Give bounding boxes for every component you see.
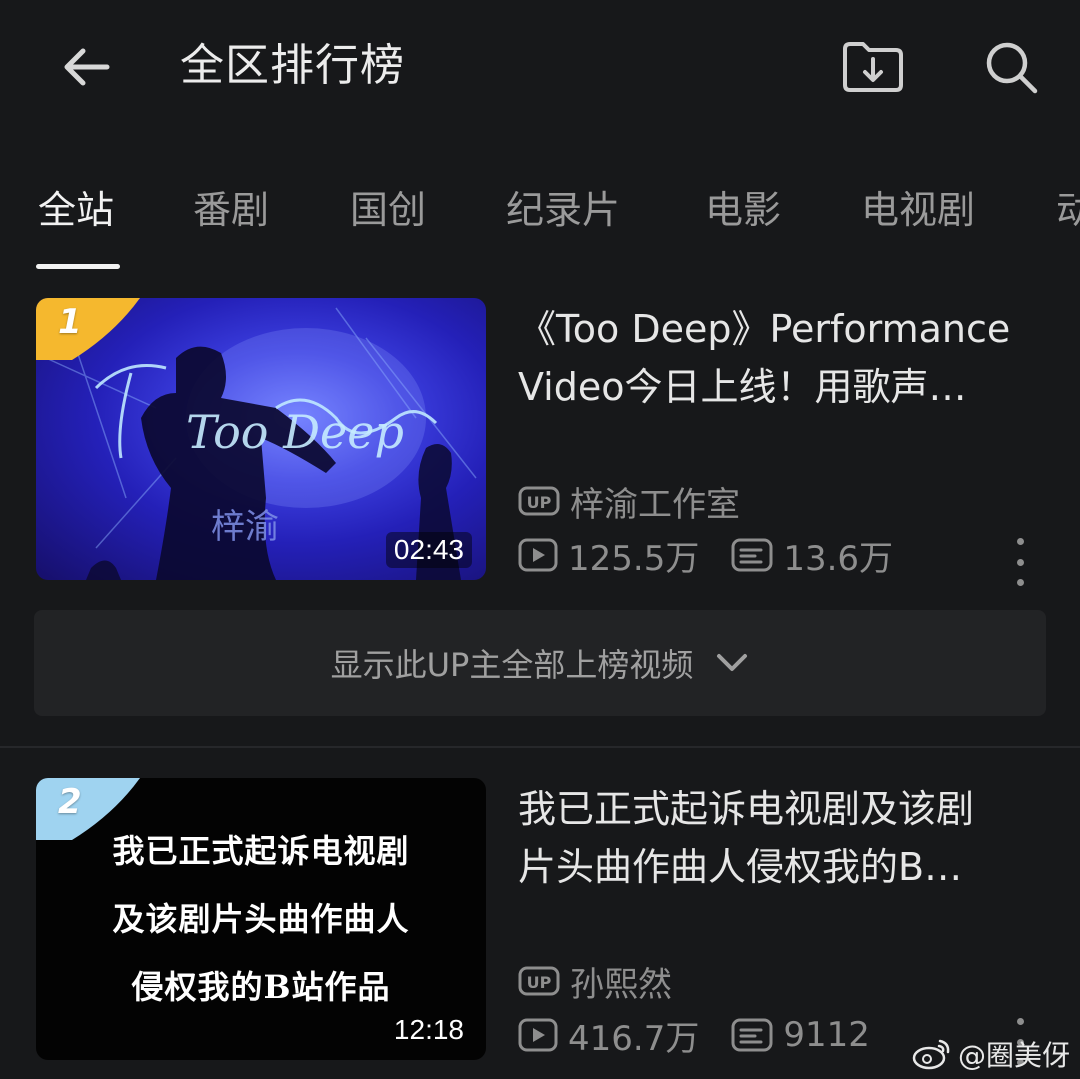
tab-guochuang[interactable]: 国创 [350, 180, 426, 240]
ranking-item[interactable]: 我已正式起诉电视剧 及该剧片头曲作曲人 侵权我的B站作品 2 12:18 我已正… [0, 778, 1080, 1068]
watermark-text: @圈美伢 [958, 1039, 1071, 1072]
video-thumbnail[interactable]: 我已正式起诉电视剧 及该剧片头曲作曲人 侵权我的B站作品 2 12:18 [36, 778, 486, 1060]
page-title: 全区排行榜 [180, 40, 405, 91]
uploader-name: 孙熙然 [570, 964, 672, 1005]
up-icon: UP [518, 965, 560, 997]
view-count: 125.5万 [568, 538, 700, 579]
rank-badge [36, 298, 140, 360]
rank-number: 1 [58, 302, 82, 342]
rank-badge-shape [36, 778, 140, 840]
thumbnail-signature: 梓渝 [211, 507, 279, 547]
thumbnail-script-text: Too Deep [186, 405, 404, 459]
video-title-line: 《Too Deep》Performance [518, 307, 1011, 351]
thumbnail-caption-line: 侵权我的B站作品 [131, 968, 391, 1006]
video-title-line: 我已正式起诉电视剧及该剧 [518, 787, 975, 831]
danmaku-count: 9112 [783, 1015, 870, 1055]
stats-row: 125.5万 13.6万 [518, 532, 894, 579]
thumbnail-caption-line: 及该剧片头曲作曲人 [112, 900, 410, 938]
rank-number: 2 [58, 782, 82, 822]
play-count-icon [518, 538, 558, 572]
show-all-uploader-videos-button[interactable]: 显示此UP主全部上榜视频 [34, 610, 1046, 716]
back-button[interactable] [50, 35, 120, 99]
divider [0, 746, 1080, 748]
weibo-watermark: @圈美伢 [912, 1034, 1070, 1074]
top-bar: 全区排行榜 [0, 0, 1080, 135]
more-dot [1016, 1018, 1024, 1025]
uploader-row[interactable]: UP 梓渝工作室 [518, 478, 740, 525]
tab-bangumi[interactable]: 番剧 [193, 180, 269, 240]
video-title-line: Video今日上线！用歌声… [518, 365, 967, 409]
arrow-left-icon [64, 48, 110, 86]
tab-documentary[interactable]: 纪录片 [506, 180, 620, 240]
download-button[interactable] [836, 34, 910, 100]
svg-text:UP: UP [527, 493, 552, 512]
svg-text:UP: UP [527, 973, 552, 992]
search-button[interactable] [976, 34, 1046, 100]
more-dot [1016, 558, 1024, 566]
search-icon [986, 42, 1038, 94]
video-title[interactable]: 我已正式起诉电视剧及该剧 片头曲作曲人侵权我的B… [518, 780, 1038, 896]
ranking-item[interactable]: Too Deep 梓渝 1 02:43 《Too Deep》Performanc… [0, 298, 1080, 588]
rank-badge [36, 778, 140, 840]
video-title-line: 片头曲作曲人侵权我的B… [518, 845, 963, 889]
more-dot [1016, 579, 1024, 586]
weibo-icon [912, 1037, 952, 1071]
tab-movie[interactable]: 电影 [705, 180, 781, 240]
tab-anime[interactable]: 动 [1056, 180, 1080, 240]
expand-label: 显示此UP主全部上榜视频 [330, 646, 694, 684]
tab-tv-series[interactable]: 电视剧 [861, 180, 975, 240]
uploader-row[interactable]: UP 孙熙然 [518, 958, 672, 1005]
video-duration: 02:43 [385, 532, 472, 568]
active-tab-indicator [36, 264, 120, 269]
video-duration: 12:18 [393, 1014, 464, 1045]
stats-row: 416.7万 9112 [518, 1012, 870, 1059]
tab-all-site[interactable]: 全站 [38, 180, 114, 240]
view-count: 416.7万 [568, 1018, 700, 1059]
up-icon: UP [518, 485, 560, 517]
folder-download-icon [843, 42, 903, 92]
more-dot [1016, 538, 1024, 545]
play-count-icon [518, 1018, 558, 1052]
rank-badge-shape [36, 298, 140, 360]
chevron-down-icon [715, 652, 749, 674]
danmaku-count: 13.6万 [783, 538, 894, 579]
category-tabs: 全站 番剧 国创 纪录片 电影 电视剧 动 [0, 180, 1080, 270]
video-thumbnail[interactable]: Too Deep 梓渝 1 02:43 [36, 298, 486, 580]
danmaku-icon [731, 1018, 773, 1052]
video-title[interactable]: 《Too Deep》Performance Video今日上线！用歌声… [518, 300, 1038, 416]
more-options-button[interactable] [1006, 538, 1034, 586]
uploader-name: 梓渝工作室 [570, 484, 740, 525]
danmaku-icon [731, 538, 773, 572]
